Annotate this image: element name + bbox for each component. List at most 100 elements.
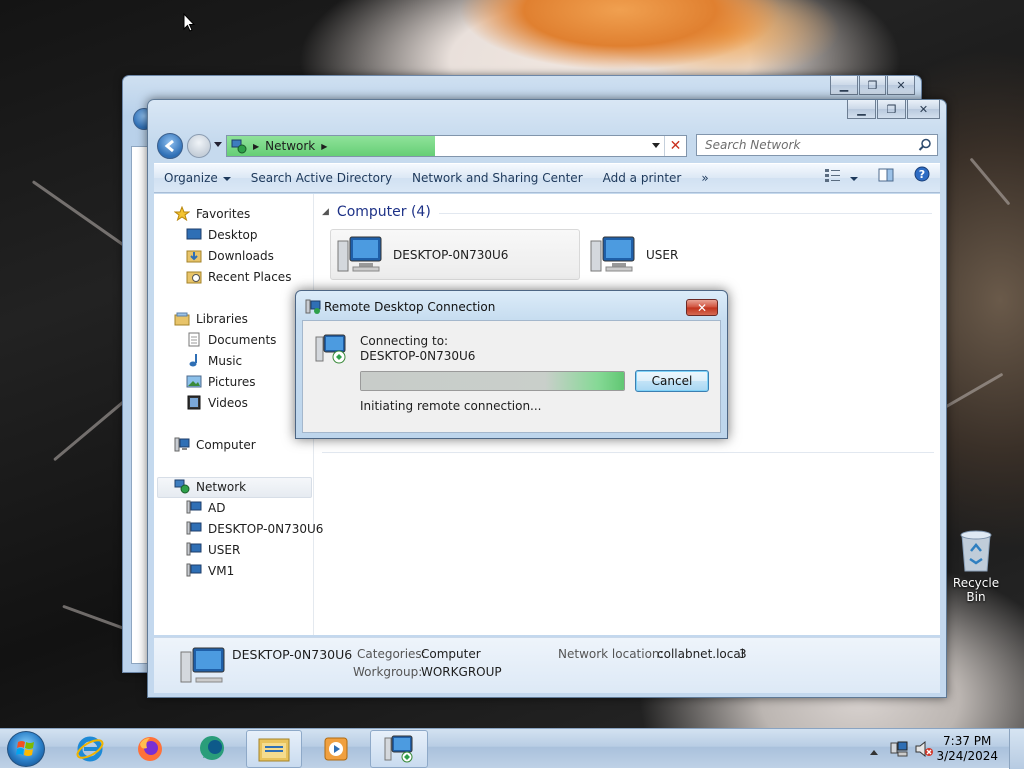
computer-icon: [186, 500, 202, 514]
search-input[interactable]: Search Network: [696, 134, 938, 156]
show-desktop-button[interactable]: [1009, 729, 1024, 769]
desktop-icon: [186, 228, 202, 240]
close-button[interactable]: ✕: [887, 76, 915, 95]
stop-icon[interactable]: ✕: [664, 136, 686, 156]
dialog-body: Connecting to: DESKTOP-0N730U6 Cancel In…: [302, 320, 721, 433]
nav-item-network[interactable]: Network: [174, 479, 246, 494]
nav-item-libraries[interactable]: Libraries: [174, 311, 248, 326]
back-button[interactable]: [157, 133, 183, 159]
start-button[interactable]: [7, 731, 45, 767]
taskbar-chat-app[interactable]: [184, 730, 240, 768]
taskbar-file-explorer[interactable]: [246, 730, 302, 768]
change-view-button[interactable]: [815, 166, 868, 190]
breadcrumb-network[interactable]: Network: [265, 139, 315, 153]
maximize-button[interactable]: ❐: [859, 76, 886, 95]
forward-button[interactable]: [187, 134, 211, 158]
nav-item-videos[interactable]: Videos: [186, 395, 248, 410]
address-dropdown-icon[interactable]: [652, 143, 660, 148]
computer-tile-user[interactable]: USER: [584, 229, 704, 280]
breadcrumb-arrow-icon[interactable]: ▶: [321, 142, 327, 151]
documents-icon: [188, 332, 200, 347]
nav-item-pictures[interactable]: Pictures: [186, 374, 256, 389]
details-workgroup-value: WORKGROUP: [421, 665, 502, 679]
nav-item-network-user[interactable]: USER: [186, 542, 240, 557]
remote-desktop-icon: [305, 299, 321, 314]
volume-tray-button[interactable]: [914, 740, 934, 761]
remote-desktop-dialog[interactable]: Remote Desktop Connection ✕ Connecting t…: [295, 290, 728, 439]
dialog-title: Remote Desktop Connection: [324, 300, 496, 314]
group-divider: [322, 452, 934, 453]
search-icon[interactable]: [918, 138, 932, 152]
network-icon: [174, 479, 190, 494]
computer-tile-desktop[interactable]: DESKTOP-0N730U6: [330, 229, 580, 280]
group-header-label: Computer (4): [336, 204, 431, 220]
nav-item-network-vm1[interactable]: VM1: [186, 563, 234, 578]
nav-item-documents[interactable]: Documents: [186, 332, 276, 347]
nav-item-recent-places[interactable]: Recent Places: [186, 269, 291, 284]
nav-item-network-ad[interactable]: AD: [186, 500, 225, 515]
details-workgroup-label: Workgroup:: [353, 665, 423, 679]
libraries-icon: [174, 312, 190, 326]
search-active-directory-button[interactable]: Search Active Directory: [241, 166, 402, 190]
folder-icon: [258, 738, 290, 762]
details-network-location-extra: 3: [739, 647, 747, 661]
nav-item-favorites[interactable]: Favorites: [174, 206, 250, 221]
pictures-icon: [186, 375, 202, 388]
taskbar-internet-explorer[interactable]: [62, 730, 118, 768]
computer-icon: [590, 236, 635, 271]
remote-desktop-icon: [315, 334, 346, 364]
computer-icon: [337, 236, 382, 271]
maximize-button[interactable]: ❐: [877, 100, 906, 119]
details-pane: DESKTOP-0N730U6 Categories: Computer Wor…: [154, 637, 940, 693]
taskbar-remote-desktop[interactable]: [370, 730, 428, 768]
recycle-bin-icon: [960, 530, 992, 572]
close-button[interactable]: ✕: [907, 100, 940, 119]
group-divider: [438, 212, 932, 214]
taskbar-media-player[interactable]: [308, 730, 364, 768]
collapse-arrow-icon[interactable]: ◢: [322, 207, 329, 217]
chevron-down-icon: [850, 176, 858, 181]
organize-menu[interactable]: Organize: [154, 166, 241, 190]
search-placeholder: Search Network: [705, 138, 801, 152]
chevron-up-icon: [870, 750, 878, 755]
chat-app-icon: [200, 736, 224, 760]
nav-item-downloads[interactable]: Downloads: [186, 248, 274, 263]
breadcrumb-arrow-icon: ▶: [253, 141, 260, 151]
recent-pages-dropdown[interactable]: [214, 142, 222, 147]
chevron-down-icon: [222, 176, 231, 181]
add-printer-button[interactable]: Add a printer: [593, 166, 692, 190]
help-button[interactable]: ?: [904, 166, 940, 190]
nav-item-music[interactable]: Music: [186, 353, 242, 368]
network-sharing-center-button[interactable]: Network and Sharing Center: [402, 166, 593, 190]
internet-explorer-icon: [76, 736, 104, 762]
preview-pane-button[interactable]: [868, 166, 904, 190]
nav-label: AD: [208, 500, 226, 515]
details-categories-label: Categories:: [357, 647, 426, 661]
media-player-icon: [324, 737, 348, 761]
computer-icon: [186, 521, 202, 535]
clock-date: 3/24/2024: [936, 749, 998, 763]
network-tray-button[interactable]: [890, 740, 908, 761]
minimize-button[interactable]: ▁: [830, 76, 858, 95]
tile-label: USER: [646, 247, 679, 262]
computer-icon: [186, 542, 202, 556]
recycle-bin-shortcut[interactable]: Recycle Bin: [945, 527, 1007, 604]
minimize-button[interactable]: ▁: [847, 100, 876, 119]
dialog-close-button[interactable]: ✕: [686, 299, 718, 316]
show-hidden-icons-button[interactable]: [870, 744, 878, 758]
nav-label: Music: [208, 353, 243, 368]
nav-label: Downloads: [208, 248, 274, 263]
nav-item-computer[interactable]: Computer: [174, 437, 256, 452]
nav-item-network-desktop[interactable]: DESKTOP-0N730U6: [186, 521, 323, 536]
recycle-bin-label: Recycle Bin: [952, 576, 1000, 604]
clock[interactable]: 7:37 PM 3/24/2024: [936, 734, 998, 764]
nav-item-desktop[interactable]: Desktop: [186, 227, 258, 242]
cancel-button[interactable]: Cancel: [635, 370, 709, 392]
computer-group-header[interactable]: ◢ Computer (4): [322, 204, 932, 220]
more-commands-button[interactable]: »: [691, 166, 718, 190]
windows-logo-icon: [16, 741, 34, 756]
connection-progress-bar: [360, 371, 625, 391]
nav-label: DESKTOP-0N730U6: [208, 521, 324, 536]
address-bar[interactable]: ▶ Network ▶ ✕: [226, 135, 687, 157]
taskbar-firefox[interactable]: [122, 730, 178, 768]
